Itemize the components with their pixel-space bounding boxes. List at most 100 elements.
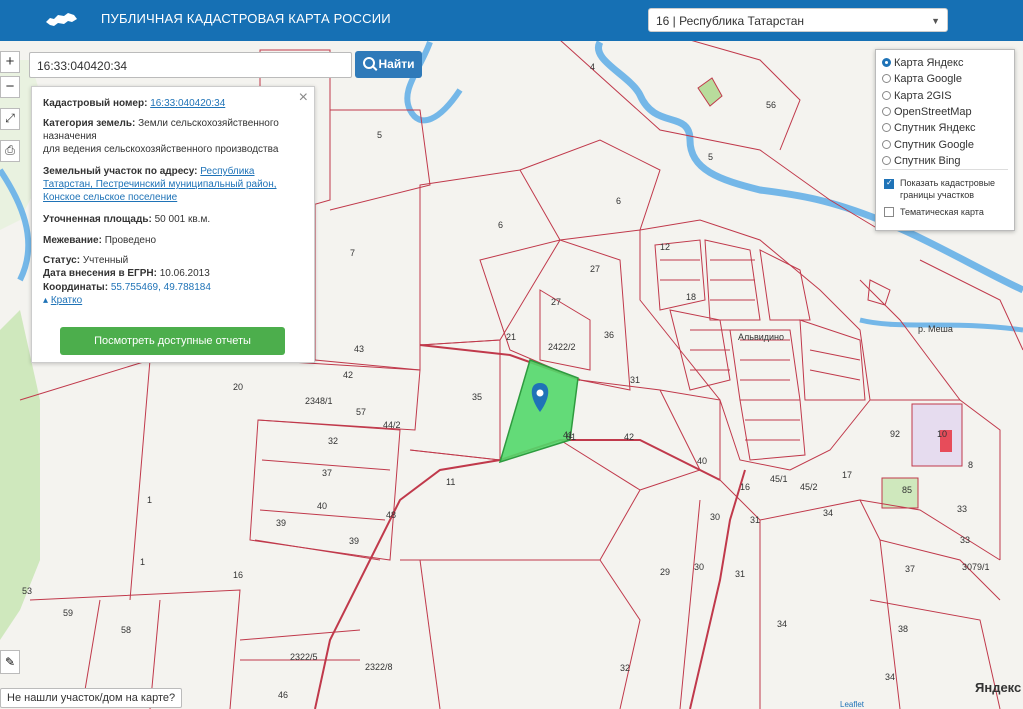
parcel-number-label: 2322/5 [290,652,318,662]
parcel-number-label: 10 [937,429,947,439]
zoom-out-button[interactable]: − [0,76,20,98]
parcel-number-label: 5 [708,152,713,162]
parcel-number-label: 34 [777,619,787,629]
search-button-label: Найти [378,57,415,71]
parcel-number-label: 45/1 [770,474,788,484]
parcel-number-label: 39 [276,518,286,528]
date-value: 10.06.2013 [159,268,210,279]
parcel-number-label: 31 [630,375,640,385]
village-blocks [639,219,891,471]
thematic-map-checkbox[interactable] [884,207,894,217]
russia-map-logo-icon [46,13,77,26]
parcel-number-label: 1 [140,557,145,567]
thematic-map-label: Тематическая карта [900,207,984,217]
radio-button[interactable] [882,58,891,67]
parcel-number-label: 5 [377,130,382,140]
radio-button[interactable] [882,90,891,100]
parcel-number-label: 39 [349,536,359,546]
brief-toggle[interactable]: ▴ Кратко [43,295,82,306]
parcel-number-label: 1 [147,495,152,505]
area-label: Уточненная площадь: [43,214,152,225]
coordinates-row: Координаты: 55.755469, 49.788184 [43,281,305,294]
header-bar: ПУБЛИЧНАЯ КАДАСТРОВАЯ КАРТА РОССИИ 16 | … [0,0,1023,41]
region-select-value: 16 | Республика Татарстан [656,14,805,28]
brief-label: Кратко [50,295,83,306]
radio-button[interactable] [882,155,891,165]
parcel-number-label: 81 [566,432,576,442]
selected-parcel[interactable] [498,359,579,464]
layer-option[interactable]: Карта Яндекс [882,55,963,71]
parcel-number-label: 31 [735,569,745,579]
parcel-number-label: 45/2 [800,482,818,492]
layer-option-label: Спутник Google [894,138,974,151]
parcel-number-label: 35 [472,392,482,402]
address-label: Земельный участок по адресу: [43,166,198,177]
layer-option-label: Спутник Bing [894,154,961,167]
parcel-number-label: 33 [957,504,967,514]
parcel-number-label: 7 [350,248,355,258]
land-category-row: Категория земель: Земли сельскохозяйстве… [43,117,305,156]
parcel-number-label: 40 [317,501,327,511]
layer-option[interactable]: Спутник Bing [882,153,961,169]
area-row: Уточненная площадь: 50 001 кв.м. [43,213,305,226]
parcel-number-label: 11 [446,477,455,487]
parcel-number-label: 30 [694,562,704,572]
fullscreen-icon[interactable]: ⤢ [0,108,20,130]
village-label: Альвидино [738,332,784,342]
not-found-link[interactable]: Не нашли участок/дом на карте? [0,688,183,708]
leaflet-attribution[interactable]: Leaflet [840,700,864,709]
date-label: Дата внесения в ЕГРН: [43,268,157,279]
ruler-icon[interactable]: ✎ [0,650,20,674]
search-input[interactable]: 16:33:040420:34 [29,52,352,78]
view-reports-button[interactable]: Посмотреть доступные отчеты [60,327,285,355]
parcel-number-label: 20 [233,382,243,392]
parcel-number-label: 3079/1 [962,562,990,572]
parcel-number-label: 8 [968,460,973,470]
layer-option-label: Карта 2GIS [894,89,952,102]
parcel-number-label: 42 [343,370,353,380]
parcel-number-label: 2348/1 [305,396,333,406]
address-row: Земельный участок по адресу: Республика … [43,165,305,204]
radio-button[interactable] [882,74,891,84]
parcel-number-label: 2322/8 [365,662,393,672]
radio-button[interactable] [882,139,891,149]
green-plot [881,477,919,509]
layer-option[interactable]: Карта Google [882,71,962,87]
show-borders-label: Показать кадастровые границы участков [900,178,996,200]
layer-option[interactable]: Спутник Google [882,137,974,153]
radio-button[interactable] [882,106,891,116]
cadastral-number-label: Кадастровый номер: [43,98,148,109]
river-label: р. Меша [918,324,953,334]
parcel-number-label: 56 [766,100,776,110]
coordinates-value[interactable]: 55.755469, 49.788184 [111,282,211,293]
survey-label: Межевание: [43,235,102,246]
coordinates-label: Координаты: [43,282,109,293]
parcel-number-label: 58 [121,625,131,635]
parcel-number-label: 37 [322,468,332,478]
parcel-number-label: 59 [63,608,73,618]
parcel-number-label: 48 [386,510,396,520]
radio-button[interactable] [882,123,891,133]
search-button[interactable]: Найти [355,51,422,78]
parcel-number-label: 33 [960,535,970,545]
layer-option[interactable]: Карта 2GIS [882,88,952,104]
parcel-number-label: 40 [697,456,707,466]
region-select[interactable]: 16 | Республика Татарстан ▼ [648,8,948,32]
layer-option-label: Карта Google [894,73,962,86]
zoom-in-button[interactable]: + [0,51,20,73]
land-category-label: Категория земель: [43,118,136,129]
layer-option-label: Спутник Яндекс [894,122,976,135]
parcel-number-label: 6 [498,220,503,230]
layer-option[interactable]: OpenStreetMap [882,104,972,120]
cadastral-number-link[interactable]: 16:33:040420:34 [150,98,225,109]
date-row: Дата внесения в ЕГРН: 10.06.2013 [43,267,305,280]
parcel-number-label: 27 [590,264,600,274]
parcel-number-label: 34 [885,672,895,682]
status-value: Учтенный [82,255,129,266]
show-borders-checkbox[interactable] [884,178,894,189]
parcel-number-label: 31 [750,515,760,525]
parcel-number-label: 17 [842,470,852,480]
parcel-info-panel: × Кадастровый номер: 16:33:040420:34 Кат… [31,86,315,363]
layer-option[interactable]: Спутник Яндекс [882,120,976,136]
print-icon[interactable]: ⎙ [0,140,20,162]
